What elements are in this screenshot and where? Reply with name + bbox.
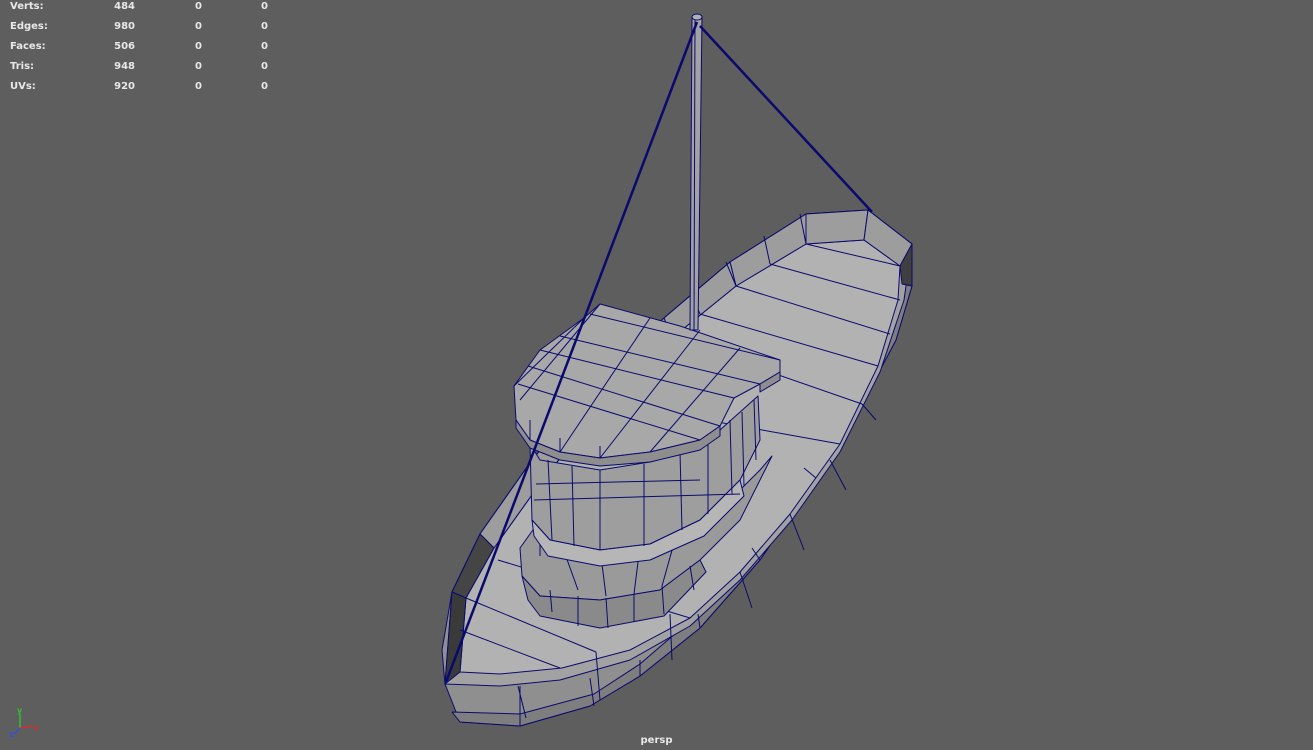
- hud-row-tris: Tris: 948 0 0: [10, 60, 270, 80]
- hud-selected-value: 0: [195, 61, 202, 72]
- hud-label: Tris:: [10, 61, 35, 72]
- hud-label: Verts:: [10, 1, 44, 12]
- hud-label: Faces:: [10, 41, 46, 52]
- hud-label: Edges:: [10, 21, 48, 32]
- axis-y-label: y: [17, 706, 23, 715]
- hud-row-faces: Faces: 506 0 0: [10, 40, 270, 60]
- boat-mesh[interactable]: [0, 0, 1313, 750]
- hud-total-value: 948: [114, 61, 135, 72]
- hud-selected-value: 0: [195, 21, 202, 32]
- hud-total-value: 484: [114, 1, 135, 12]
- hud-component-value: 0: [261, 61, 268, 72]
- hud-selected-value: 0: [195, 41, 202, 52]
- poly-count-hud: Verts: 484 0 0 Edges: 980 0 0 Faces: 506…: [10, 0, 270, 100]
- hud-component-value: 0: [261, 21, 268, 32]
- hud-row-verts: Verts: 484 0 0: [10, 0, 270, 20]
- hud-label: UVs:: [10, 81, 36, 92]
- perspective-viewport[interactable]: Verts: 484 0 0 Edges: 980 0 0 Faces: 506…: [0, 0, 1313, 750]
- mast: [689, 17, 703, 331]
- hud-total-value: 506: [114, 41, 135, 52]
- hud-row-uvs: UVs: 920 0 0: [10, 80, 270, 100]
- axis-gizmo-icon: y x z: [9, 706, 39, 738]
- hud-component-value: 0: [261, 81, 268, 92]
- hud-row-edges: Edges: 980 0 0: [10, 20, 270, 40]
- hud-component-value: 0: [261, 1, 268, 12]
- hud-selected-value: 0: [195, 1, 202, 12]
- mast-top: [691, 13, 703, 21]
- axis-x-label: x: [33, 723, 39, 732]
- hud-total-value: 980: [114, 21, 135, 32]
- hud-component-value: 0: [261, 41, 268, 52]
- hud-total-value: 920: [114, 81, 135, 92]
- hud-selected-value: 0: [195, 81, 202, 92]
- camera-name-label: persp: [640, 735, 673, 746]
